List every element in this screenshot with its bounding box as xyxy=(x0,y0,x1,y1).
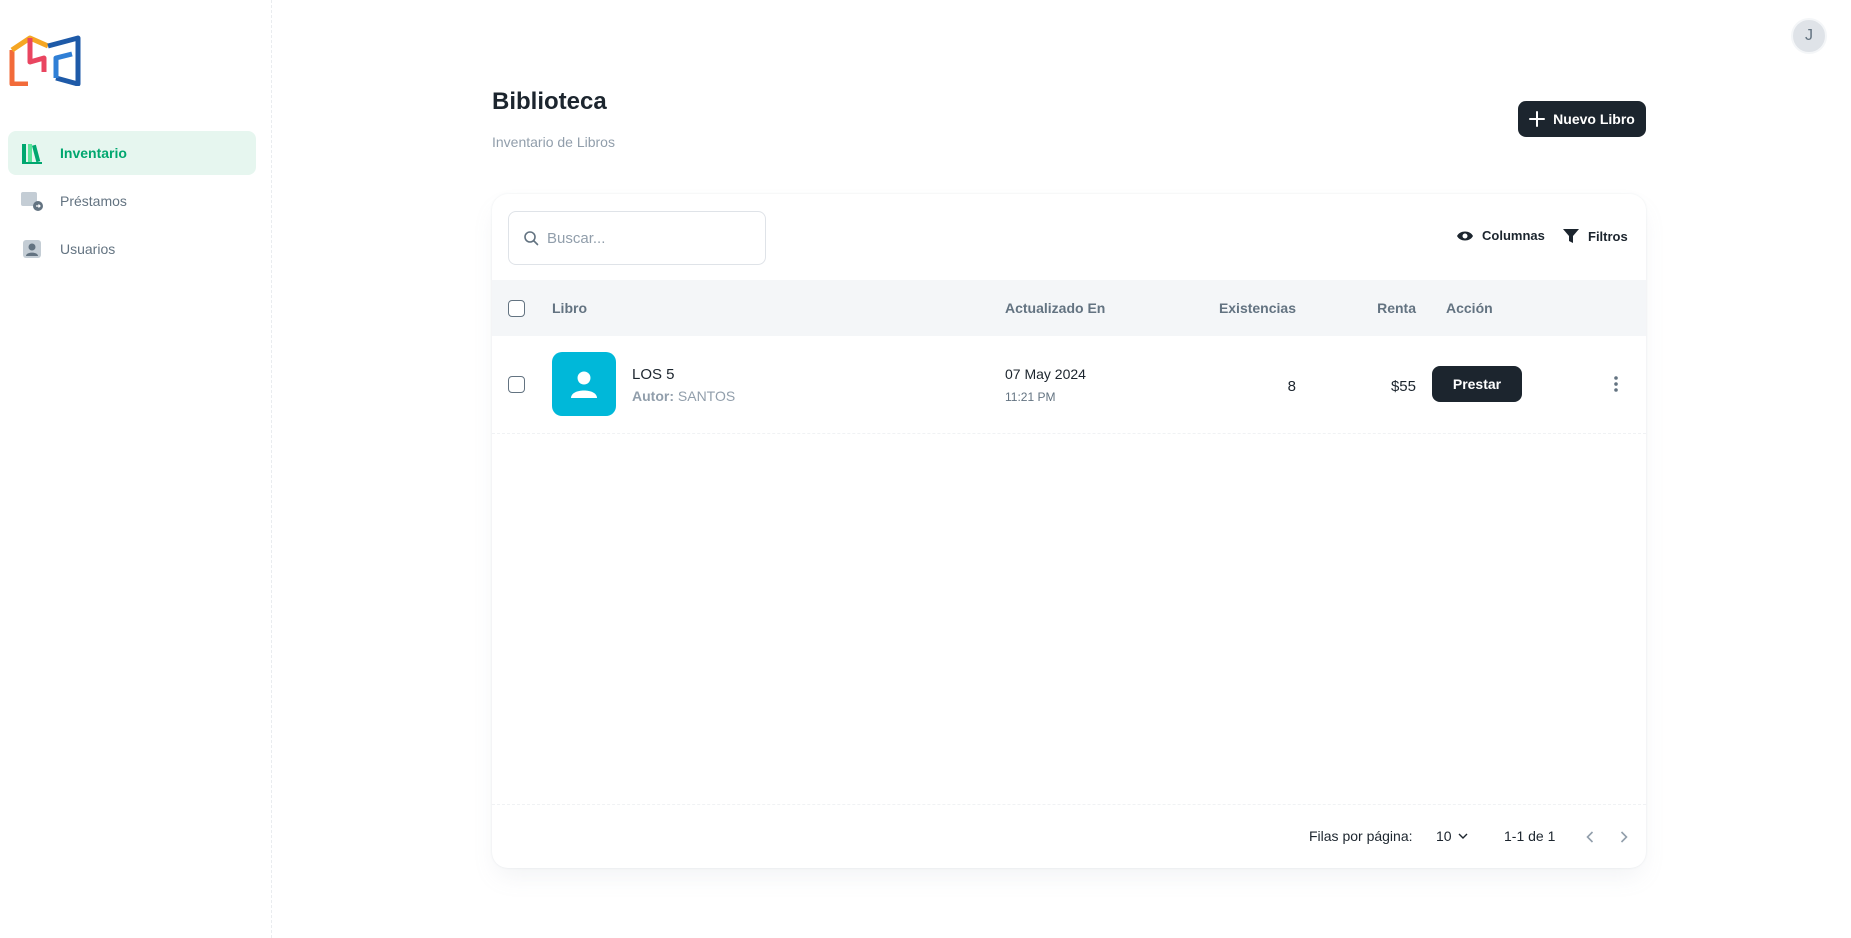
chevron-down-icon xyxy=(1458,833,1468,839)
stock-value: 8 xyxy=(1287,378,1296,395)
sidebar-item-prestamos[interactable]: Préstamos xyxy=(8,179,256,223)
table-pagination: Filas por página: 10 1-1 de 1 xyxy=(492,804,1646,868)
sidebar-item-usuarios[interactable]: Usuarios xyxy=(8,227,256,271)
new-book-button[interactable]: Nuevo Libro xyxy=(1518,101,1646,137)
updated-time: 11:21 PM xyxy=(1005,390,1056,404)
book-title[interactable]: LOS 5 xyxy=(632,366,675,383)
table-header: Libro Actualizado En Existencias Renta A… xyxy=(492,280,1646,336)
filters-label: Filtros xyxy=(1588,228,1628,244)
next-page-button[interactable] xyxy=(1610,823,1638,851)
sidebar-item-label: Usuarios xyxy=(60,241,116,257)
person-icon xyxy=(571,371,597,398)
sidebar-item-label: Inventario xyxy=(60,145,127,161)
column-header-action: Acción xyxy=(1446,300,1493,316)
page-title: Biblioteca xyxy=(492,88,607,115)
search-icon xyxy=(523,230,539,246)
user-icon xyxy=(20,237,44,261)
new-book-label: Nuevo Libro xyxy=(1553,111,1635,127)
books-icon xyxy=(20,141,44,165)
app-logo[interactable] xyxy=(8,32,84,87)
inventory-card: Columnas Filtros Libro Actualizado En Ex… xyxy=(492,194,1646,868)
prev-page-button[interactable] xyxy=(1576,823,1604,851)
columns-button[interactable]: Columnas xyxy=(1456,228,1545,243)
book-cover xyxy=(552,352,616,416)
filters-button[interactable]: Filtros xyxy=(1562,228,1628,244)
sidebar: Inventario Préstamos Usuarios xyxy=(0,0,272,938)
pagination-range: 1-1 de 1 xyxy=(1504,828,1556,844)
chevron-right-icon xyxy=(1620,831,1628,843)
author-name: SANTOS xyxy=(677,388,736,404)
search-input[interactable] xyxy=(547,229,747,247)
chevron-left-icon xyxy=(1586,831,1594,843)
column-header-libro[interactable]: Libro xyxy=(552,280,587,336)
row-checkbox[interactable] xyxy=(508,376,525,393)
table-row: LOS 5 Autor: SANTOS 07 May 2024 11:21 PM… xyxy=(492,336,1646,434)
rows-per-page-value: 10 xyxy=(1436,828,1452,844)
more-vertical-icon xyxy=(1614,376,1618,392)
sidebar-nav: Inventario Préstamos Usuarios xyxy=(8,131,256,275)
sidebar-item-inventario[interactable]: Inventario xyxy=(8,131,256,175)
search-box[interactable] xyxy=(508,211,766,265)
author-label: Autor: xyxy=(632,388,674,404)
select-all-checkbox[interactable] xyxy=(508,300,525,317)
eye-icon xyxy=(1456,229,1474,243)
rent-value: $55 xyxy=(1390,378,1416,395)
avatar-initial: J xyxy=(1805,27,1813,44)
column-header-rent[interactable]: Renta xyxy=(1310,280,1416,336)
loan-icon xyxy=(20,189,44,213)
column-header-updated[interactable]: Actualizado En xyxy=(1005,280,1105,336)
book-author: Autor: SANTOS xyxy=(632,388,735,404)
page-subtitle: Inventario de Libros xyxy=(492,134,615,150)
sidebar-item-label: Préstamos xyxy=(60,193,127,209)
rows-per-page-select[interactable]: 10 xyxy=(1436,828,1468,844)
rows-per-page-label: Filas por página: xyxy=(1309,828,1413,844)
filter-icon xyxy=(1562,228,1580,244)
plus-icon xyxy=(1529,111,1546,127)
more-options-button[interactable] xyxy=(1602,370,1630,398)
updated-date: 07 May 2024 xyxy=(1005,366,1086,382)
columns-label: Columnas xyxy=(1482,228,1545,243)
column-header-stock[interactable]: Existencias xyxy=(1176,280,1296,336)
lend-button[interactable]: Prestar xyxy=(1432,366,1522,402)
avatar[interactable]: J xyxy=(1791,18,1827,54)
